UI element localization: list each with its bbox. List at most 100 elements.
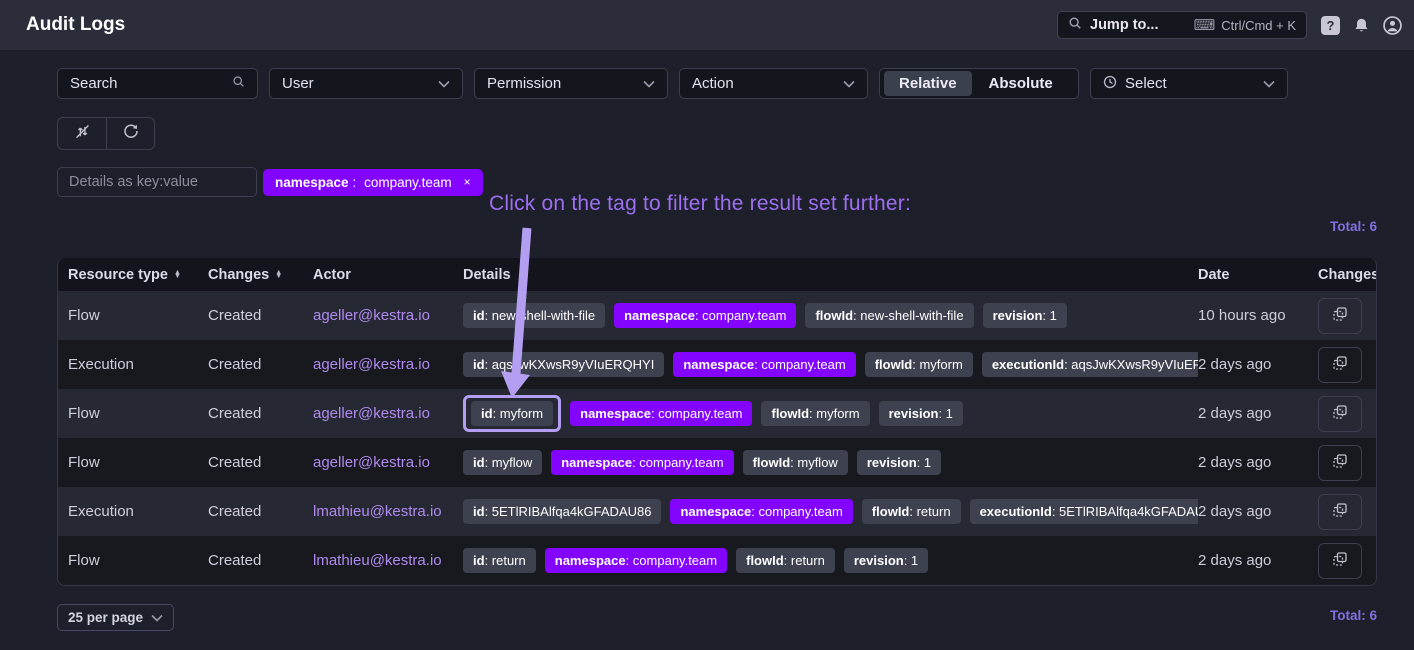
detail-tag-flowId[interactable]: flowId: myform [865, 352, 973, 377]
date-cell: 2 days ago [1198, 503, 1318, 520]
view-changes-button[interactable] [1318, 347, 1362, 383]
absolute-toggle-button[interactable]: Absolute [974, 71, 1068, 96]
tag-value: company.team [364, 175, 452, 190]
chevron-down-icon [843, 75, 855, 92]
change-type-cell: Created [208, 503, 313, 520]
resource-type-cell: Flow [68, 405, 208, 422]
detail-tag-flowId[interactable]: flowId: return [862, 499, 961, 524]
detail-tag-revision[interactable]: revision: 1 [844, 548, 928, 573]
detail-tag-executionId[interactable]: executionId: 5ETlRIBAlfqa4kGFADAU86 [970, 499, 1198, 524]
view-changes-button[interactable] [1318, 445, 1362, 481]
changes-action-cell [1318, 396, 1376, 432]
detail-tag-id[interactable]: id: myflow [463, 450, 542, 475]
notifications-bell-icon[interactable] [1353, 17, 1370, 34]
table-row[interactable]: FlowCreatedageller@kestra.ioid: new-shel… [58, 291, 1376, 340]
header-label: Changes [1318, 267, 1377, 283]
close-icon[interactable]: × [464, 175, 471, 189]
detail-tag-flowId[interactable]: flowId: new-shell-with-file [805, 303, 973, 328]
annotation-highlight-box: id: myform [463, 395, 561, 432]
actor-cell: ageller@kestra.io [313, 454, 463, 471]
permission-filter-label: Permission [487, 75, 643, 92]
diff-icon [1331, 305, 1349, 326]
diff-icon [1331, 550, 1349, 571]
details-cell: id: myflow namespace: company.team flowId:… [463, 450, 1198, 475]
actor-cell: lmathieu@kestra.io [313, 503, 463, 520]
relative-toggle-button[interactable]: Relative [884, 71, 972, 96]
actor-link[interactable]: ageller@kestra.io [313, 356, 430, 373]
view-changes-button[interactable] [1318, 543, 1362, 579]
view-changes-button[interactable] [1318, 396, 1362, 432]
details-filter-row: namespace: company.team × [57, 167, 483, 197]
jump-to-search[interactable]: Jump to... ⌨ Ctrl/Cmd + K [1057, 11, 1307, 39]
detail-tag-revision[interactable]: revision: 1 [857, 450, 941, 475]
detail-tag-id[interactable]: id: aqsJwKXwsR9yVIuERQHYI [463, 352, 664, 377]
detail-tag-id[interactable]: id: myform [471, 401, 553, 426]
topbar: Audit Logs Jump to... ⌨ Ctrl/Cmd + K ? [0, 0, 1414, 50]
table-row[interactable]: FlowCreatedageller@kestra.ioid: myformna… [58, 389, 1376, 438]
auto-refresh-off-button[interactable] [58, 118, 106, 149]
diff-icon [1331, 403, 1349, 424]
table-header-row: Resource type ▲▼ Changes ▲▼ Actor Detail… [58, 258, 1376, 291]
header-label: Actor [313, 267, 351, 283]
detail-tag-namespace[interactable]: namespace: company.team [570, 401, 752, 426]
view-changes-button[interactable] [1318, 494, 1362, 530]
actor-link[interactable]: lmathieu@kestra.io [313, 552, 442, 569]
table-row[interactable]: FlowCreatedageller@kestra.ioid: myflowna… [58, 438, 1376, 487]
per-page-label: 25 per page [68, 610, 143, 625]
detail-tag-flowId[interactable]: flowId: myform [761, 401, 869, 426]
detail-tag-revision[interactable]: revision: 1 [983, 303, 1067, 328]
table-row[interactable]: ExecutionCreatedlmathieu@kestra.ioid: 5E… [58, 487, 1376, 536]
header-resource-type[interactable]: Resource type ▲▼ [68, 267, 208, 283]
search-icon [232, 75, 245, 92]
detail-tag-flowId[interactable]: flowId: myflow [743, 450, 848, 475]
header-changes[interactable]: Changes ▲▼ [208, 267, 313, 283]
view-changes-button[interactable] [1318, 298, 1362, 334]
detail-tag-id[interactable]: id: return [463, 548, 536, 573]
time-mode-toggle: Relative Absolute [879, 68, 1079, 99]
permission-filter-dropdown[interactable]: Permission [474, 68, 668, 99]
help-icon[interactable]: ? [1321, 16, 1340, 35]
namespace-filter-tag[interactable]: namespace: company.team × [263, 169, 483, 196]
actor-link[interactable]: lmathieu@kestra.io [313, 503, 442, 520]
detail-tag-revision[interactable]: revision: 1 [879, 401, 963, 426]
detail-tag-id[interactable]: id: new-shell-with-file [463, 303, 605, 328]
refresh-button[interactable] [106, 118, 154, 149]
details-keyvalue-input[interactable] [57, 167, 257, 197]
detail-tag-namespace[interactable]: namespace: company.team [551, 450, 733, 475]
actor-cell: ageller@kestra.io [313, 307, 463, 324]
table-row[interactable]: ExecutionCreatedageller@kestra.ioid: aqs… [58, 340, 1376, 389]
actor-link[interactable]: ageller@kestra.io [313, 405, 430, 422]
per-page-select[interactable]: 25 per page [57, 604, 174, 631]
resource-type-cell: Flow [68, 454, 208, 471]
action-filter-dropdown[interactable]: Action [679, 68, 868, 99]
user-filter-dropdown[interactable]: User [269, 68, 463, 99]
actor-link[interactable]: ageller@kestra.io [313, 454, 430, 471]
chevron-down-icon [1263, 75, 1275, 92]
change-type-cell: Created [208, 307, 313, 324]
detail-tag-namespace[interactable]: namespace: company.team [670, 499, 852, 524]
clock-icon [1103, 75, 1117, 93]
header-label: Changes [208, 267, 269, 283]
tag-separator: : [353, 175, 361, 190]
chevron-down-icon [151, 610, 163, 625]
changes-action-cell [1318, 494, 1376, 530]
diff-icon [1331, 452, 1349, 473]
shortcut-hint: Ctrl/Cmd + K [1221, 18, 1296, 33]
detail-tag-executionId[interactable]: executionId: aqsJwKXwsR9yVIuERQHYI [982, 352, 1198, 377]
detail-tag-flowId[interactable]: flowId: return [736, 548, 835, 573]
action-filter-label: Action [692, 75, 843, 92]
header-details: Details [463, 267, 1198, 283]
time-range-select[interactable]: Select [1090, 68, 1288, 99]
table-row[interactable]: FlowCreatedlmathieu@kestra.ioid: returnn… [58, 536, 1376, 585]
actor-link[interactable]: ageller@kestra.io [313, 307, 430, 324]
search-input[interactable]: Search [57, 68, 258, 99]
header-label: Resource type [68, 267, 168, 283]
date-cell: 10 hours ago [1198, 307, 1318, 324]
account-avatar-icon[interactable] [1383, 16, 1402, 35]
detail-tag-id[interactable]: id: 5ETlRIBAlfqa4kGFADAU86 [463, 499, 661, 524]
detail-tag-namespace[interactable]: namespace: company.team [545, 548, 727, 573]
header-changes-action: Changes [1318, 267, 1377, 283]
detail-tag-namespace[interactable]: namespace: company.team [673, 352, 855, 377]
header-actor: Actor [313, 267, 463, 283]
detail-tag-namespace[interactable]: namespace: company.team [614, 303, 796, 328]
